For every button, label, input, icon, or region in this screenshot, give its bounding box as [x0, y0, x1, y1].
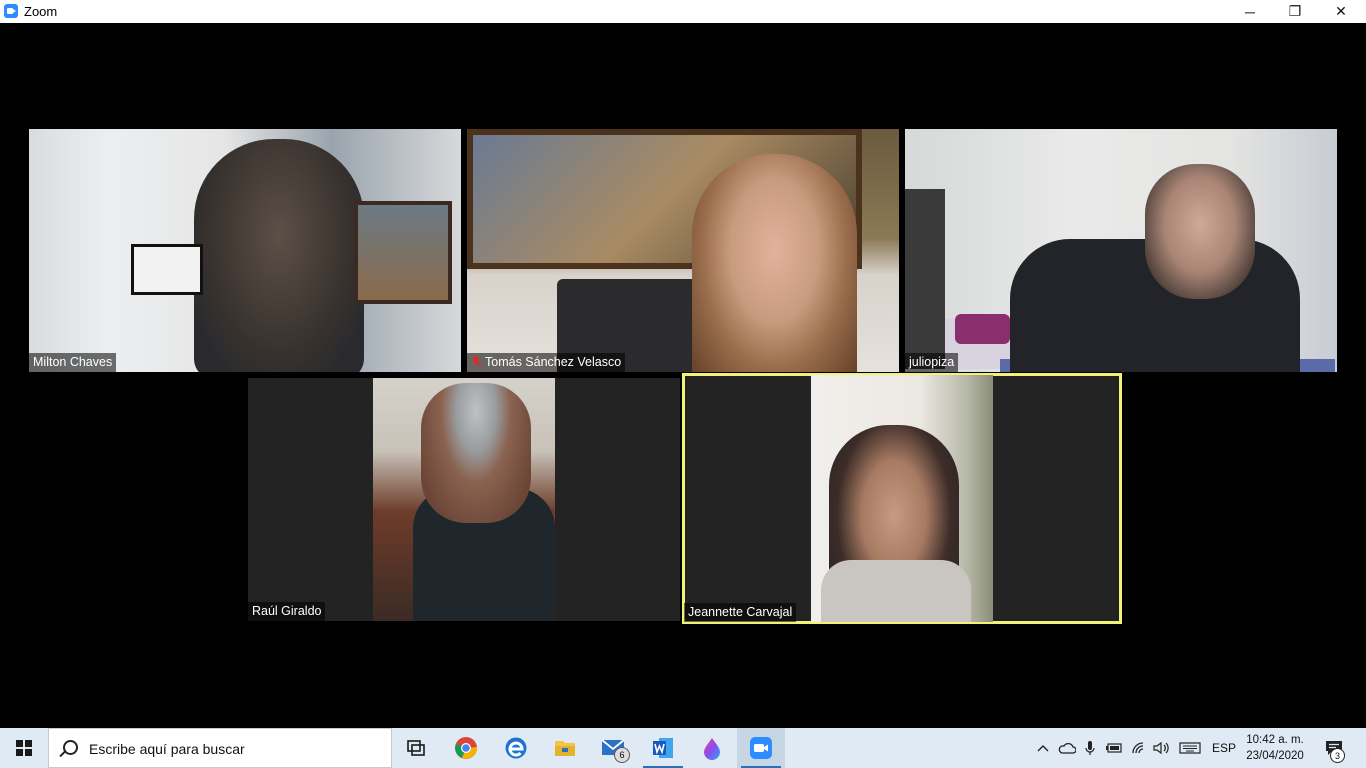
file-explorer-button[interactable]: [541, 728, 589, 768]
taskbar-search-box[interactable]: Escribe aquí para buscar: [48, 728, 392, 768]
taskbar: Escribe aquí para buscar 6 ESP 10:42 a. …: [0, 728, 1366, 768]
onedrive-button[interactable]: [1056, 728, 1078, 768]
title-bar: Zoom ─ ❐ ✕: [0, 0, 1366, 23]
action-center-button[interactable]: 3: [1318, 728, 1350, 768]
microphone-button[interactable]: [1081, 728, 1099, 768]
volume-button[interactable]: [1152, 728, 1172, 768]
edge-button[interactable]: [492, 728, 540, 768]
microphone-icon: [1085, 741, 1095, 755]
restore-button[interactable]: ❐: [1272, 0, 1318, 23]
clock-time: 10:42 a. m.: [1246, 734, 1304, 746]
participant-name: juliopiza: [909, 355, 955, 369]
touch-keyboard-button[interactable]: [1176, 728, 1204, 768]
battery-icon: [1106, 743, 1122, 753]
participant-name: Jeannette Carvajal: [688, 605, 793, 619]
mail-badge: 6: [614, 747, 630, 763]
task-view-icon: [407, 740, 425, 756]
paint-3d-icon: [704, 738, 720, 760]
paint-3d-button[interactable]: [688, 728, 736, 768]
chevron-up-icon: [1037, 745, 1049, 752]
mail-button[interactable]: 6: [590, 728, 638, 768]
participant-name-tag: Jeannette Carvajal: [684, 603, 797, 622]
mic-muted-icon: [471, 356, 481, 368]
speaker-icon: [1153, 741, 1169, 755]
participant-video: [467, 129, 899, 372]
chrome-icon: [455, 737, 478, 759]
word-button[interactable]: [639, 728, 687, 768]
participant-tile[interactable]: Tomás Sánchez Velasco: [467, 129, 899, 372]
participant-video: [905, 129, 1337, 372]
participant-video: [811, 375, 993, 622]
participant-video: [29, 129, 461, 372]
participant-tile-active-speaker[interactable]: Jeannette Carvajal: [682, 373, 1122, 624]
participant-tile[interactable]: Milton Chaves: [29, 129, 461, 372]
participant-name-tag: Tomás Sánchez Velasco: [467, 353, 626, 372]
gallery-view: Milton Chaves Tomás Sánchez Velasco juli…: [0, 23, 1366, 728]
participant-video: [373, 378, 555, 621]
show-hidden-icons-button[interactable]: [1034, 728, 1052, 768]
word-icon: [653, 738, 673, 758]
windows-logo-icon: [16, 740, 32, 756]
window-title: Zoom: [24, 4, 58, 19]
participant-name-tag: Raúl Giraldo: [248, 602, 326, 621]
participant-tile[interactable]: Raúl Giraldo: [248, 378, 680, 621]
minimize-button[interactable]: ─: [1227, 0, 1273, 23]
network-button[interactable]: [1129, 728, 1151, 768]
participant-tile[interactable]: juliopiza: [905, 129, 1337, 372]
participant-name: Tomás Sánchez Velasco: [485, 355, 622, 369]
file-explorer-icon: [555, 741, 575, 756]
edge-icon: [505, 737, 527, 759]
search-icon: [63, 740, 78, 755]
participant-name-tag: juliopiza: [905, 353, 959, 372]
wifi-icon: [1132, 742, 1144, 754]
participant-name-tag: Milton Chaves: [29, 353, 117, 372]
clock-date: 23/04/2020: [1246, 750, 1304, 762]
zoom-taskbar-button[interactable]: [737, 728, 785, 768]
zoom-icon: [750, 737, 772, 759]
chrome-button[interactable]: [442, 728, 490, 768]
keyboard-icon: [1179, 742, 1201, 754]
zoom-app-icon: [4, 4, 18, 18]
task-view-button[interactable]: [392, 728, 440, 768]
battery-button[interactable]: [1103, 728, 1125, 768]
close-button[interactable]: ✕: [1318, 0, 1364, 23]
cloud-icon: [1058, 742, 1076, 754]
notification-count: 3: [1330, 748, 1345, 763]
clock[interactable]: 10:42 a. m. 23/04/2020: [1240, 732, 1310, 764]
input-language-button[interactable]: ESP: [1207, 728, 1241, 768]
participant-name: Milton Chaves: [33, 355, 113, 369]
start-button[interactable]: [0, 728, 48, 768]
search-placeholder: Escribe aquí para buscar: [89, 741, 245, 757]
participant-name: Raúl Giraldo: [252, 604, 322, 618]
